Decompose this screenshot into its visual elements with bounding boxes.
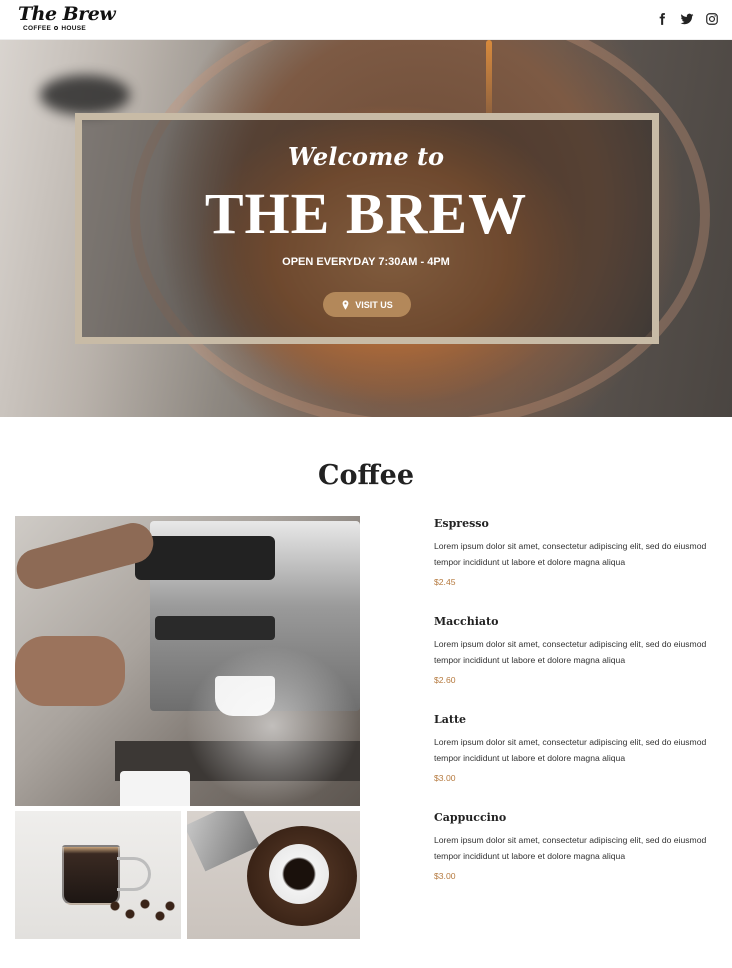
moka-pot-pour-photo bbox=[187, 811, 360, 939]
coffee-drip-decoration bbox=[486, 40, 492, 120]
front-cup-shape bbox=[120, 771, 190, 806]
group-head-shape bbox=[135, 536, 275, 580]
espresso-machine-photo bbox=[15, 516, 360, 806]
menu-item-description: Lorem ipsum dolor sit amet, consectetur … bbox=[434, 639, 707, 665]
visit-us-label: VISIT US bbox=[355, 299, 393, 310]
map-pin-icon bbox=[342, 299, 349, 310]
menu-item: Latte Lorem ipsum dolor sit amet, consec… bbox=[434, 713, 724, 783]
hero-title: THE BREW bbox=[204, 181, 528, 246]
menu-item-name: Latte bbox=[434, 713, 467, 726]
menu-item-price: $3.00 bbox=[434, 871, 456, 881]
portafilter-shape bbox=[155, 616, 275, 640]
menu-item-price: $2.45 bbox=[434, 577, 456, 587]
barista-arm-shape bbox=[15, 518, 158, 594]
espresso-glass-photo bbox=[15, 811, 181, 939]
menu-item: Cappuccino Lorem ipsum dolor sit amet, c… bbox=[434, 811, 724, 881]
logo-dot-icon bbox=[54, 26, 59, 31]
cup-topview-shape bbox=[269, 844, 329, 904]
logo-subtitle-right: HOUSE bbox=[61, 25, 87, 32]
glass-handle-shape bbox=[117, 857, 151, 891]
coffee-beans-shape bbox=[105, 896, 175, 926]
menu-item-name: Espresso bbox=[434, 517, 489, 530]
steam-shape bbox=[185, 646, 360, 806]
coffee-section-title: Coffee bbox=[317, 460, 415, 491]
logo-subtitle: COFFEE HOUSE bbox=[23, 25, 86, 32]
hero-welcome-text: Welcome to bbox=[287, 142, 445, 171]
site-header: The Brew COFFEE HOUSE bbox=[0, 0, 732, 40]
facebook-link[interactable] bbox=[654, 11, 670, 27]
menu-item-description: Lorem ipsum dolor sit amet, consectetur … bbox=[434, 737, 707, 763]
menu-item-description: Lorem ipsum dolor sit amet, consectetur … bbox=[434, 835, 707, 861]
brand-logo[interactable]: The Brew COFFEE HOUSE bbox=[18, 3, 116, 35]
menu-item-name: Macchiato bbox=[434, 615, 499, 628]
instagram-icon bbox=[706, 13, 718, 25]
twitter-icon bbox=[680, 13, 694, 25]
facebook-icon bbox=[659, 13, 665, 25]
visit-us-button[interactable]: VISIT US bbox=[323, 292, 411, 317]
barista-hand-shape bbox=[15, 636, 125, 706]
instagram-link[interactable] bbox=[704, 11, 720, 27]
twitter-link[interactable] bbox=[679, 11, 695, 27]
menu-item-price: $3.00 bbox=[434, 773, 456, 783]
menu-item-description: Lorem ipsum dolor sit amet, consectetur … bbox=[434, 541, 707, 567]
menu-item: Macchiato Lorem ipsum dolor sit amet, co… bbox=[434, 615, 724, 685]
logo-subtitle-left: COFFEE bbox=[23, 25, 52, 32]
menu-item-name: Cappuccino bbox=[434, 811, 507, 824]
opening-hours: OPEN EVERYDAY 7:30AM - 4PM bbox=[282, 256, 450, 268]
menu-item-price: $2.60 bbox=[434, 675, 456, 685]
background-shadow-decoration bbox=[40, 75, 130, 115]
hero-coffee-image: Welcome to THE BREW OPEN EVERYDAY 7:30AM… bbox=[0, 40, 732, 417]
logo-script-text: The Brew bbox=[18, 3, 116, 25]
menu-item: Espresso Lorem ipsum dolor sit amet, con… bbox=[434, 517, 724, 587]
